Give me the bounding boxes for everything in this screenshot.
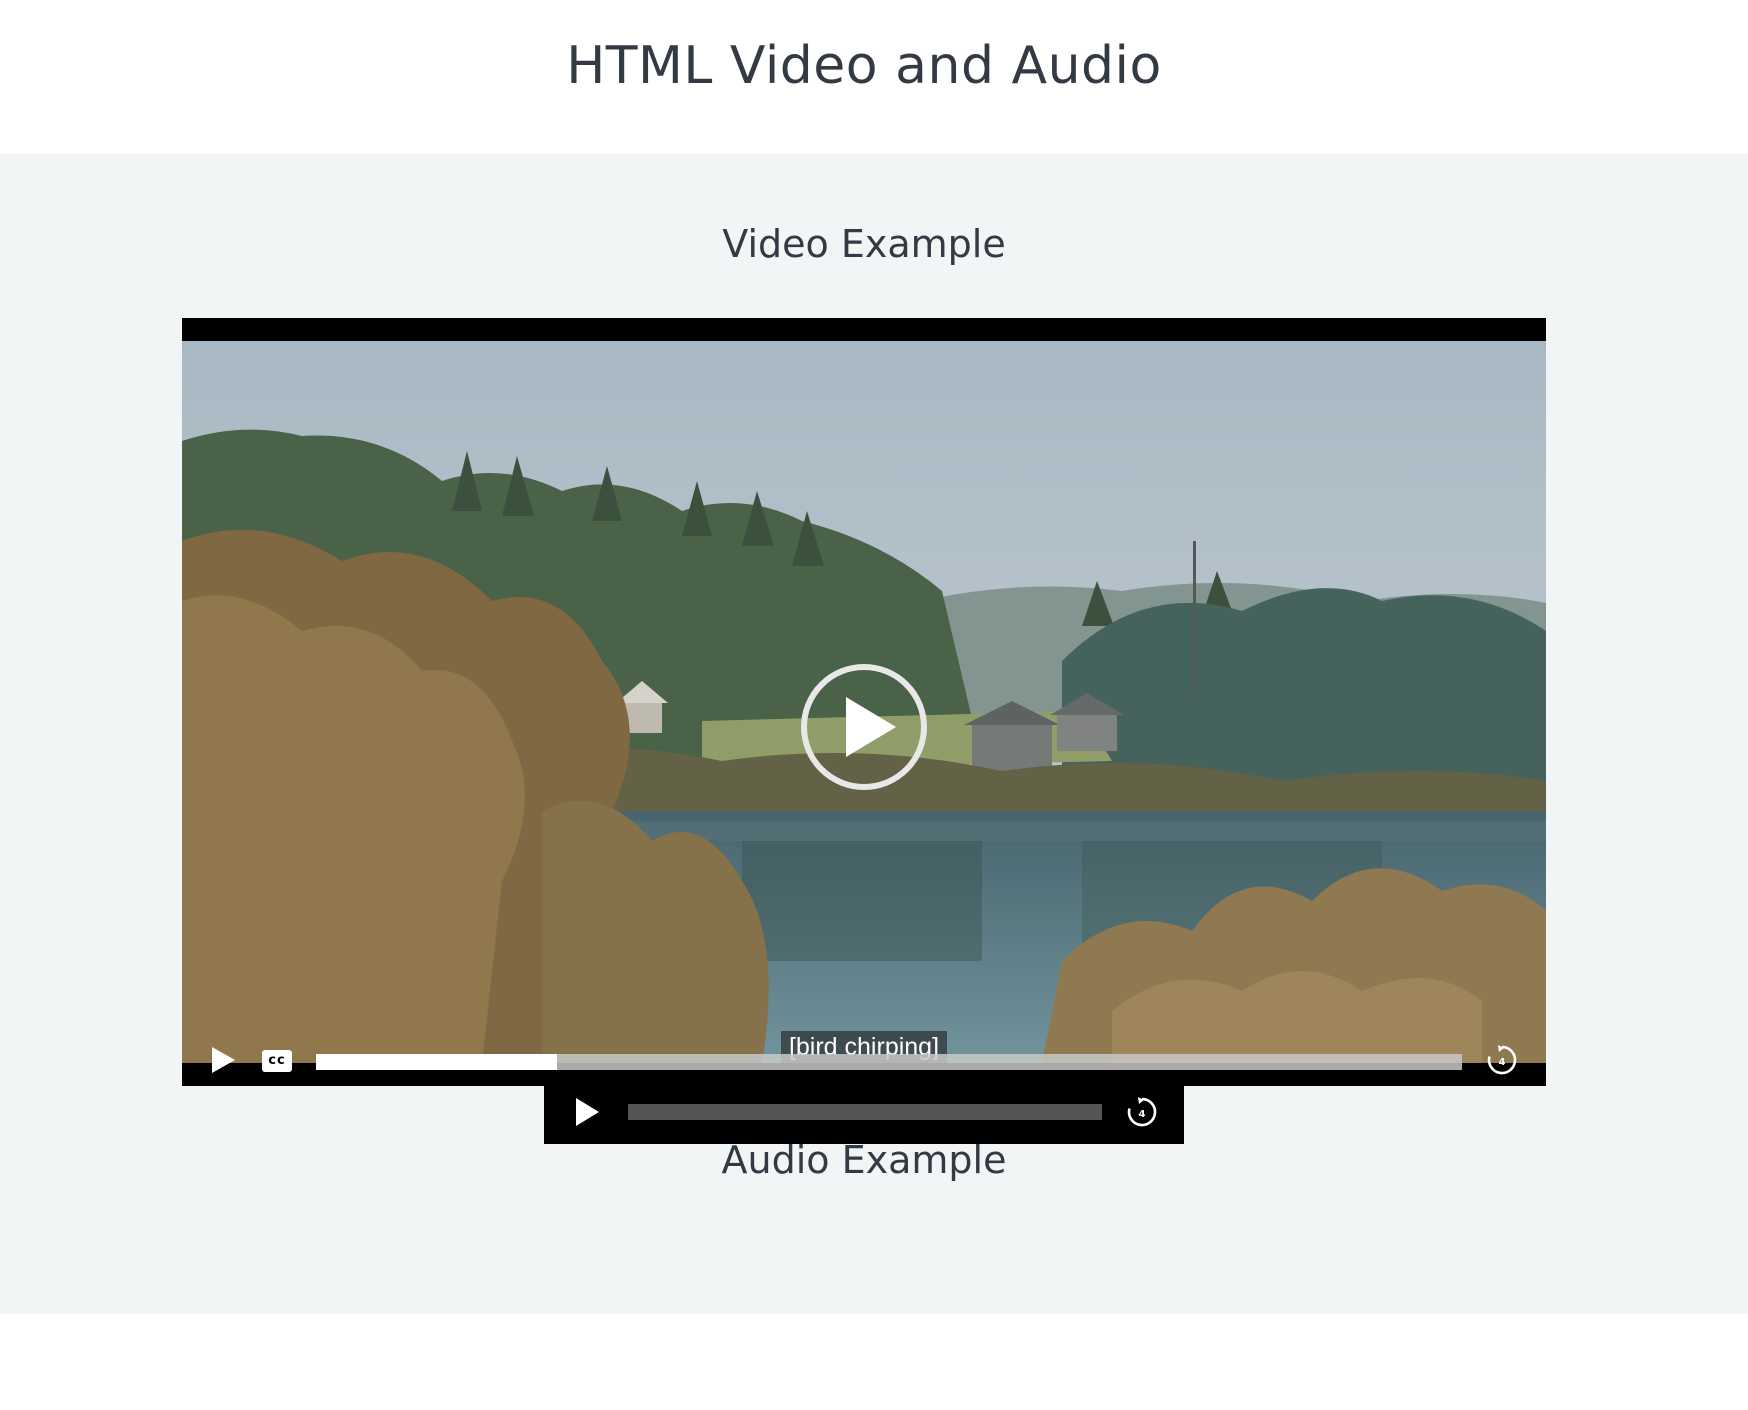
replay-icon[interactable]: 4 — [1486, 1044, 1518, 1076]
video-section-heading: Video Example — [722, 222, 1006, 266]
svg-text:4: 4 — [1499, 1057, 1506, 1068]
audio-section-heading: Audio Example — [721, 1138, 1007, 1182]
audio-play-icon[interactable] — [574, 1097, 600, 1127]
closed-captions-button[interactable]: cc — [262, 1050, 292, 1072]
page-title: HTML Video and Audio — [566, 36, 1162, 96]
video-progress-bar[interactable] — [316, 1054, 1462, 1070]
big-play-icon[interactable] — [800, 663, 928, 791]
audio-player[interactable]: 4 — [544, 1080, 1184, 1144]
video-progress-fill — [316, 1054, 557, 1070]
page-header: HTML Video and Audio — [0, 0, 1748, 154]
video-frame[interactable]: [bird chirping] — [182, 341, 1546, 1063]
video-controls: cc 4 — [182, 1034, 1546, 1086]
audio-progress-bar[interactable] — [628, 1104, 1102, 1120]
audio-replay-icon[interactable]: 4 — [1126, 1096, 1158, 1128]
svg-text:4: 4 — [1139, 1109, 1146, 1120]
video-player[interactable]: [bird chirping] cc 4 — [182, 318, 1546, 1086]
play-icon[interactable] — [210, 1046, 236, 1074]
